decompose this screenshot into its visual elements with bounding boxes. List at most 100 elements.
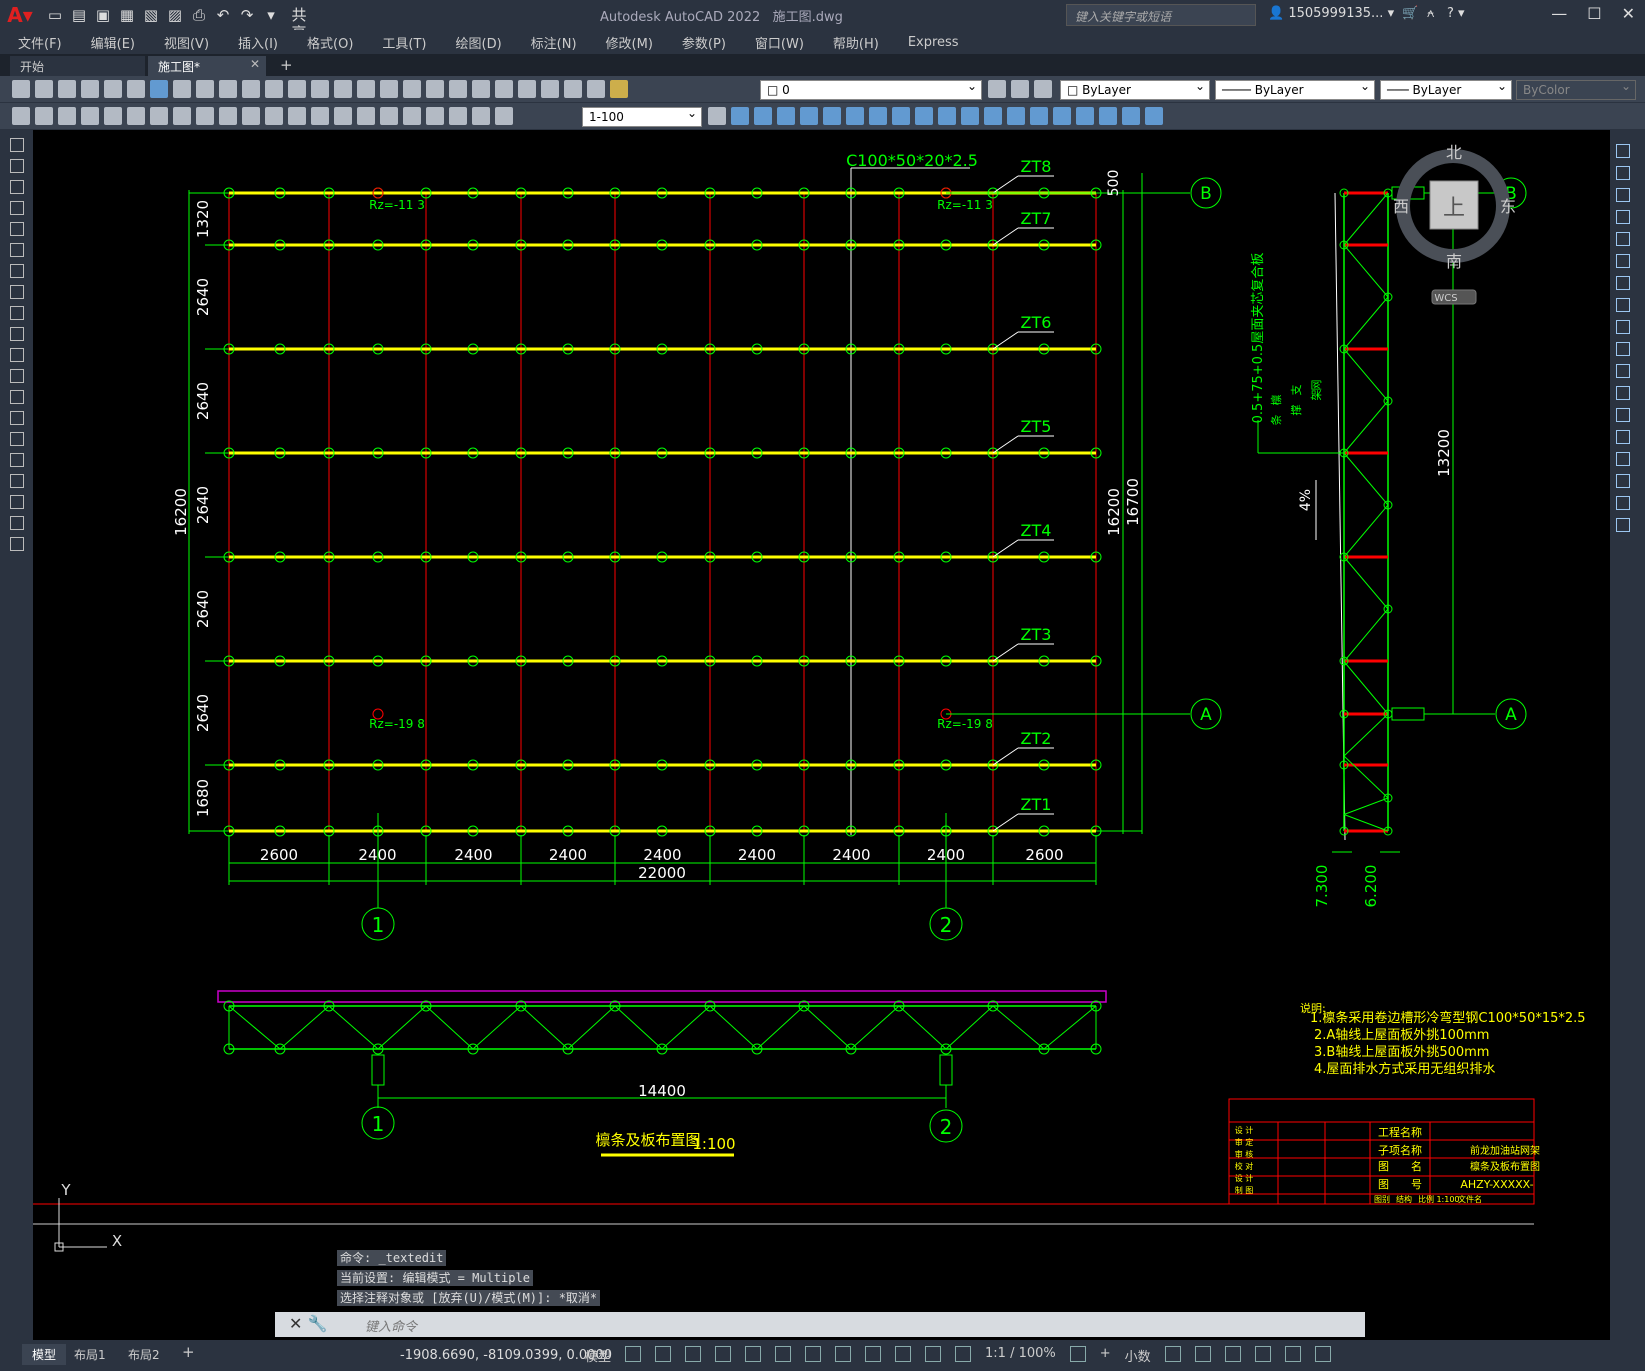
offset-icon[interactable] — [800, 107, 818, 125]
dim-text-edit-icon[interactable] — [495, 107, 513, 125]
make-block-icon[interactable] — [10, 390, 24, 404]
jogged-dim-icon[interactable] — [196, 107, 214, 125]
plot-icon[interactable] — [81, 80, 99, 98]
new-icon[interactable] — [12, 80, 30, 98]
fillet-icon[interactable] — [1616, 474, 1630, 488]
continue-dim-icon[interactable] — [311, 107, 329, 125]
center-mark-icon[interactable] — [403, 107, 421, 125]
quick-dim-icon[interactable] — [265, 107, 283, 125]
style-icon[interactable] — [35, 107, 53, 125]
point-icon[interactable] — [10, 411, 24, 425]
menu-insert[interactable]: 插入(I) — [238, 33, 278, 52]
design-center-icon[interactable] — [449, 80, 467, 98]
copy-icon[interactable] — [1616, 166, 1630, 180]
paste-icon[interactable] — [219, 80, 237, 98]
insert-block-icon[interactable] — [10, 369, 24, 383]
transparency-icon[interactable] — [835, 1346, 852, 1362]
trim-icon[interactable] — [938, 107, 956, 125]
join-icon[interactable] — [1616, 430, 1630, 444]
scale-icon[interactable] — [892, 107, 910, 125]
chamfer-icon[interactable] — [1616, 452, 1630, 466]
stretch-icon[interactable] — [1616, 320, 1630, 334]
lineweight-icon[interactable] — [805, 1346, 822, 1362]
osnap-icon[interactable] — [745, 1346, 762, 1362]
array-icon[interactable] — [1616, 232, 1630, 246]
close-tab-icon[interactable]: ✕ — [250, 57, 260, 71]
copy-icon[interactable] — [196, 80, 214, 98]
annotation-scale[interactable]: 1:1 / 100% — [985, 1346, 1056, 1365]
menu-file[interactable]: 文件(F) — [18, 33, 62, 52]
customize-icon[interactable]: ▾ — [262, 6, 280, 24]
layer-previous-icon[interactable] — [1011, 80, 1029, 98]
plus-icon[interactable]: + — [1100, 1346, 1111, 1365]
erase-icon[interactable] — [1616, 144, 1630, 158]
rectangle-icon[interactable] — [10, 222, 24, 236]
ordinate-dim-icon[interactable] — [150, 107, 168, 125]
extend-icon[interactable] — [1616, 364, 1630, 378]
stretch-icon[interactable] — [915, 107, 933, 125]
lock-ui-icon[interactable] — [1194, 1346, 1211, 1362]
open-icon[interactable] — [35, 80, 53, 98]
polyline-icon[interactable] — [10, 180, 24, 194]
blend-icon[interactable] — [1076, 107, 1094, 125]
hatch-icon[interactable] — [10, 432, 24, 446]
tab-layout1[interactable]: 布局1 — [74, 1346, 106, 1363]
tab-layout2[interactable]: 布局2 — [128, 1346, 160, 1363]
search-input[interactable]: 键入关键字或短语 — [1066, 4, 1256, 26]
menu-dimension[interactable]: 标注(N) — [531, 33, 577, 52]
offset-icon[interactable] — [1616, 210, 1630, 224]
zoom-realtime-icon[interactable] — [357, 80, 375, 98]
drawing-canvas[interactable]: ZT8 ZT7 ZT6 ZT5 ZT4 ZT3 ZT2 ZT1 C100*50*20*2.5 Rz… — [33, 130, 1610, 1340]
line-icon[interactable] — [10, 138, 24, 152]
share-button[interactable]: 共享 — [290, 6, 308, 42]
angular-dim-icon[interactable] — [242, 107, 260, 125]
baseline-dim-icon[interactable] — [288, 107, 306, 125]
diameter-dim-icon[interactable] — [219, 107, 237, 125]
tab-model[interactable]: 模型 — [22, 1344, 67, 1365]
new-icon[interactable]: ▭ — [46, 6, 64, 24]
block-editor-icon[interactable] — [265, 80, 283, 98]
add-selected-icon[interactable] — [10, 537, 24, 551]
layer-state-icon[interactable] — [610, 80, 628, 98]
polygon-icon[interactable] — [10, 201, 24, 215]
add-layout-icon[interactable]: + — [182, 1343, 195, 1361]
chamfer-icon[interactable] — [1030, 107, 1048, 125]
minimize-icon[interactable]: — — [1551, 4, 1567, 23]
make-current-icon[interactable] — [988, 80, 1006, 98]
scale-dropdown[interactable]: 1-100 — [582, 106, 702, 127]
table-icon[interactable] — [10, 495, 24, 509]
undo-icon[interactable] — [288, 80, 306, 98]
dynamic-ucs-icon[interactable] — [925, 1346, 942, 1362]
join-icon[interactable] — [1007, 107, 1025, 125]
polar-icon[interactable] — [715, 1346, 732, 1362]
menu-view[interactable]: 视图(V) — [164, 33, 209, 52]
redo-icon[interactable] — [311, 80, 329, 98]
zoom-previous-icon[interactable] — [403, 80, 421, 98]
snap-icon[interactable] — [655, 1346, 672, 1362]
dim-space-icon[interactable] — [334, 107, 352, 125]
menu-modify[interactable]: 修改(M) — [606, 33, 653, 52]
units-dropdown[interactable]: 小数 — [1125, 1346, 1151, 1365]
new-tab-icon[interactable]: + — [280, 56, 293, 76]
ellipse-arc-icon[interactable] — [10, 348, 24, 362]
break-icon[interactable] — [984, 107, 1002, 125]
publish-icon[interactable] — [127, 80, 145, 98]
plotstyle-dropdown[interactable]: ByColor — [1516, 79, 1636, 100]
pan-icon[interactable] — [334, 80, 352, 98]
dim-edit-icon[interactable] — [472, 107, 490, 125]
command-input[interactable]: 键入命令 — [365, 1316, 417, 1335]
close-icon[interactable]: ✕ — [1622, 4, 1635, 23]
redo-icon[interactable]: ↷ — [238, 6, 256, 24]
menu-help[interactable]: 帮助(H) — [833, 33, 879, 52]
layer-properties-icon[interactable] — [587, 80, 605, 98]
tab-start[interactable]: 开始 — [10, 56, 145, 76]
layer-match-icon[interactable] — [1034, 80, 1052, 98]
quick-properties-icon[interactable] — [1164, 1346, 1181, 1362]
clean-screen-icon[interactable] — [1284, 1346, 1301, 1362]
isolate-icon[interactable] — [1224, 1346, 1241, 1362]
zoom-window-icon[interactable] — [380, 80, 398, 98]
ellipse-icon[interactable] — [10, 327, 24, 341]
blend-icon[interactable] — [1616, 496, 1630, 510]
trim-icon[interactable] — [1616, 342, 1630, 356]
web-save-icon[interactable]: ▨ — [166, 6, 184, 24]
